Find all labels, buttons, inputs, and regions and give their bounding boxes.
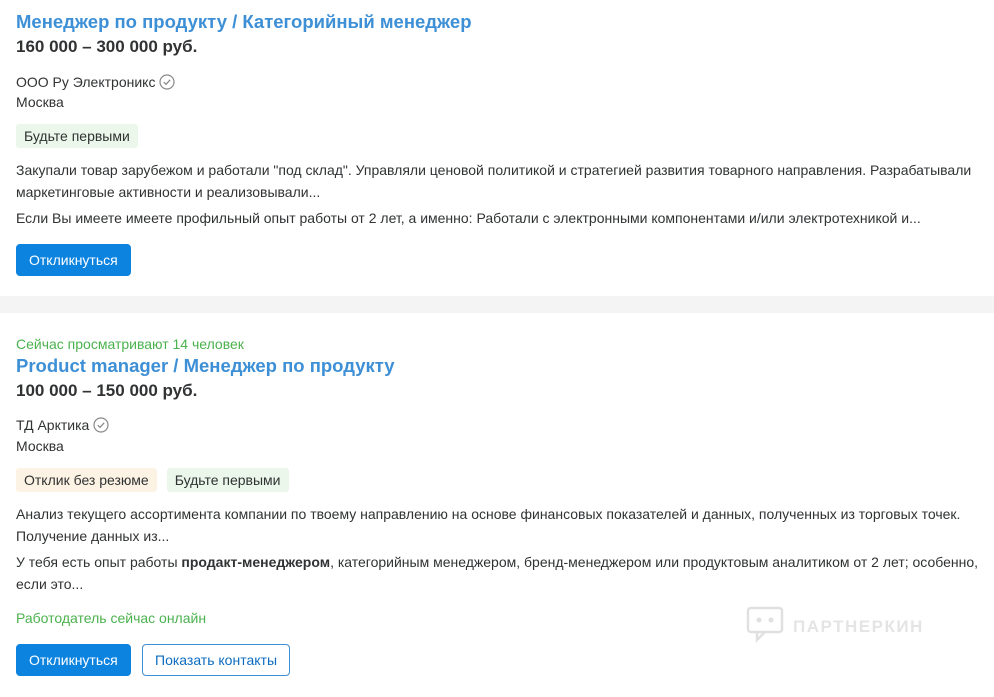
requirements-text-start: У тебя есть опыт работы	[16, 554, 182, 570]
vacancy-title-link[interactable]: Менеджер по продукту / Категорийный мене…	[16, 10, 472, 34]
vacancy-title-link[interactable]: Product manager / Менеджер по продукту	[16, 354, 395, 378]
vacancy-salary: 100 000 – 150 000 руб.	[16, 381, 198, 400]
employer-online-status: Работодатель сейчас онлайн	[16, 610, 207, 626]
vacancy-card: Менеджер по продукту / Категорийный мене…	[0, 0, 994, 296]
requirements-highlight: продакт-менеджером	[181, 554, 331, 570]
respond-button[interactable]: Откликнуться	[16, 244, 131, 276]
chat-bubble-icon	[745, 604, 785, 649]
company-name-link[interactable]: ТД Арктика	[16, 416, 109, 434]
tag-no-resume: Отклик без резюме	[16, 468, 157, 492]
tag-be-first: Будьте первыми	[16, 124, 138, 148]
vacancy-salary: 160 000 – 300 000 руб.	[16, 37, 198, 56]
vacancy-responsibilities: Анализ текущего ассортимента компании по…	[16, 506, 961, 544]
vacancy-tags: Отклик без резюме Будьте первыми	[16, 468, 289, 492]
respond-button[interactable]: Откликнуться	[16, 644, 131, 676]
watermark-text: ПАРТНЕРКИН	[793, 616, 924, 636]
verified-check-icon	[159, 74, 176, 90]
verified-check-icon	[93, 417, 109, 433]
tag-be-first: Будьте первыми	[166, 468, 289, 492]
vacancy-requirements: У тебя есть опыт работы продакт-менеджер…	[16, 551, 982, 595]
show-contacts-button[interactable]: Показать контакты	[142, 644, 291, 676]
vacancy-requirements: Если Вы имеете имеете профильный опыт ра…	[16, 210, 921, 226]
watermark: ПАРТНЕРКИН	[745, 604, 924, 649]
vacancy-responsibilities: Закупали товар зарубежом и работали "под…	[16, 162, 972, 200]
vacancy-city: Москва	[16, 94, 64, 110]
company-name: ООО Ру Электроникс	[16, 74, 156, 90]
viewing-now-status: Сейчас просматривают 14 человек	[16, 336, 244, 352]
company-name: ТД Арктика	[16, 417, 90, 433]
company-name-link[interactable]: ООО Ру Электроникс	[16, 73, 176, 91]
vacancy-tags: Будьте первыми	[16, 124, 138, 148]
vacancy-city: Москва	[16, 438, 64, 454]
